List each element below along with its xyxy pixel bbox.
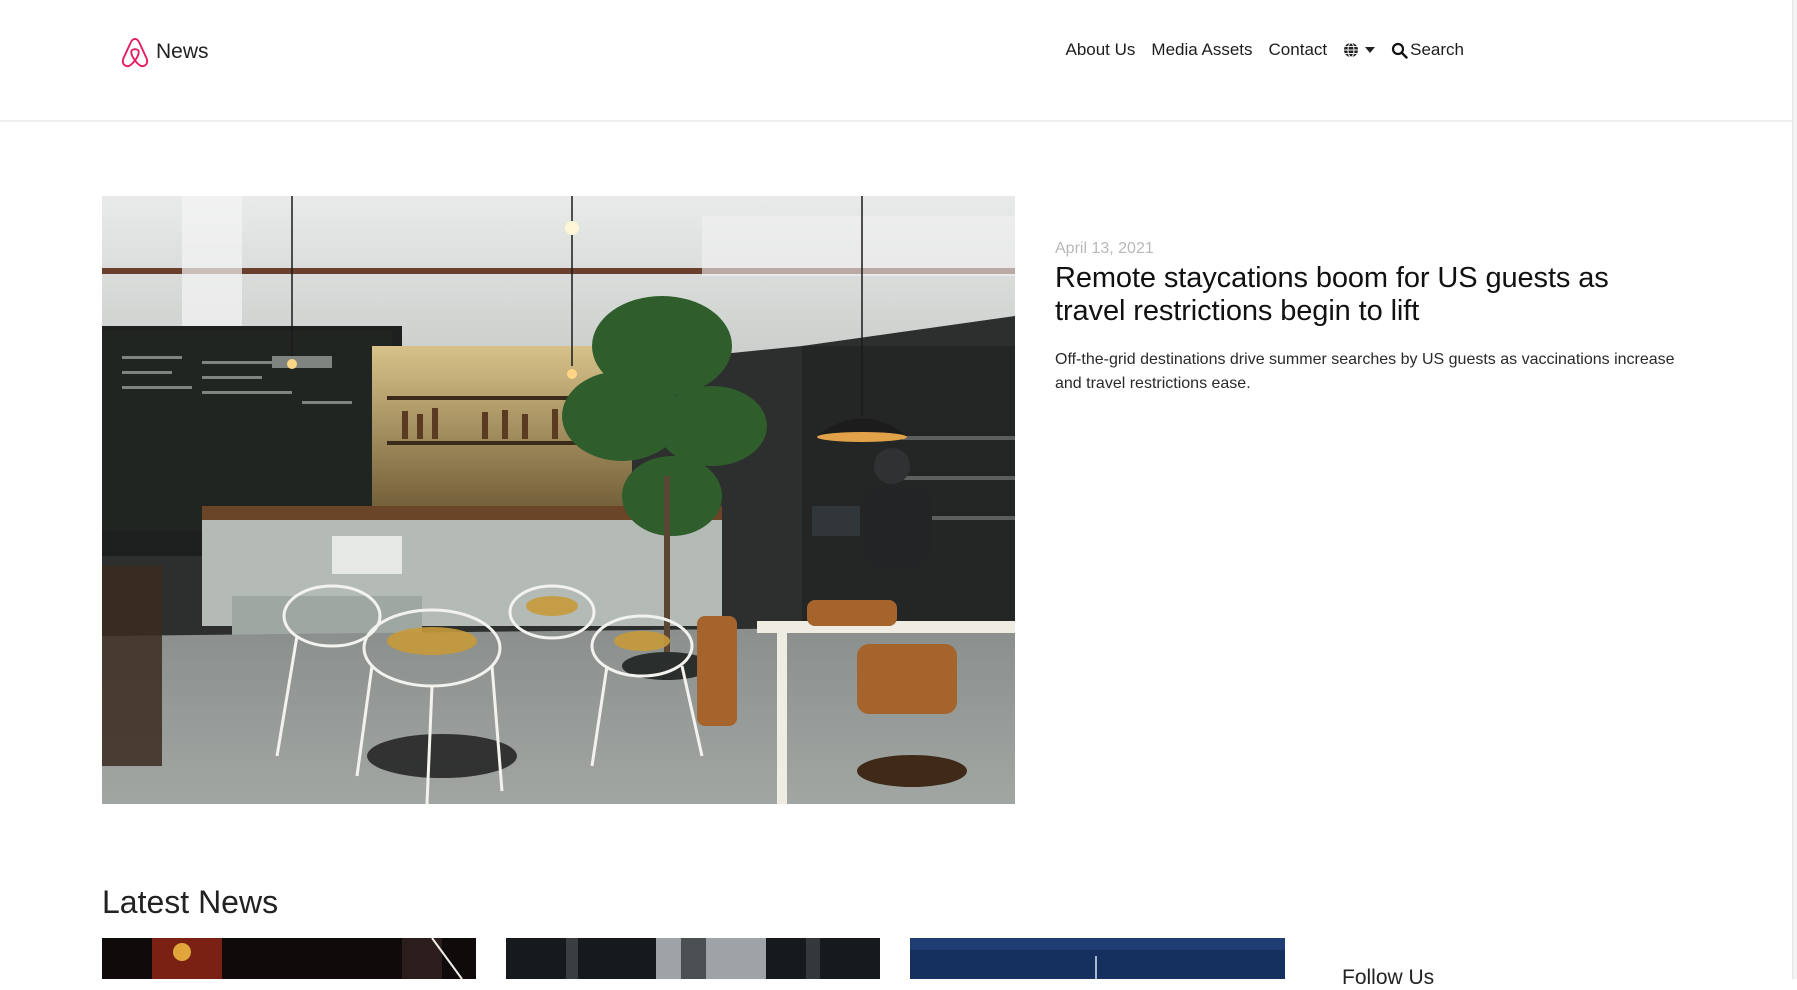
- nav-about-us[interactable]: About Us: [1065, 40, 1135, 60]
- news-thumbnail-image: [102, 938, 476, 979]
- nav-contact[interactable]: Contact: [1269, 40, 1328, 60]
- news-card-image[interactable]: [102, 938, 476, 979]
- featured-article-image[interactable]: [102, 196, 1015, 804]
- featured-article-summary: Off-the-grid destinations drive summer s…: [1055, 351, 1675, 392]
- globe-icon: [1344, 42, 1359, 58]
- brand-text: News: [156, 40, 209, 63]
- brand-link[interactable]: News: [120, 36, 209, 68]
- news-card-image[interactable]: [506, 938, 880, 979]
- chevron-down-icon: [1365, 47, 1376, 53]
- search-button[interactable]: Search: [1391, 40, 1464, 60]
- news-thumbnail-image: [506, 938, 880, 979]
- search-label: Search: [1410, 40, 1464, 59]
- featured-article-date: April 13, 2021: [1055, 240, 1154, 257]
- cafe-interior-photo: [102, 196, 1015, 804]
- site-header: News About Us Media Assets Contact Searc…: [0, 0, 1792, 122]
- follow-us-heading: Follow Us: [1342, 966, 1435, 989]
- latest-news-heading: Latest News: [102, 884, 279, 920]
- featured-article-title[interactable]: Remote staycations boom for US guests as…: [1055, 262, 1685, 328]
- news-card-image[interactable]: [910, 938, 1285, 979]
- search-icon: [1392, 42, 1408, 59]
- scrollbar[interactable]: [1792, 0, 1797, 979]
- airbnb-logo-icon: [121, 37, 149, 68]
- page: News About Us Media Assets Contact Searc…: [0, 0, 1797, 989]
- language-dropdown[interactable]: [1343, 42, 1376, 58]
- main-nav: About Us Media Assets Contact Search: [1065, 40, 1464, 60]
- nav-media-assets[interactable]: Media Assets: [1151, 40, 1252, 60]
- featured-article: April 13, 2021 Remote staycations boom f…: [1055, 240, 1685, 396]
- news-thumbnail-image: [910, 938, 1285, 979]
